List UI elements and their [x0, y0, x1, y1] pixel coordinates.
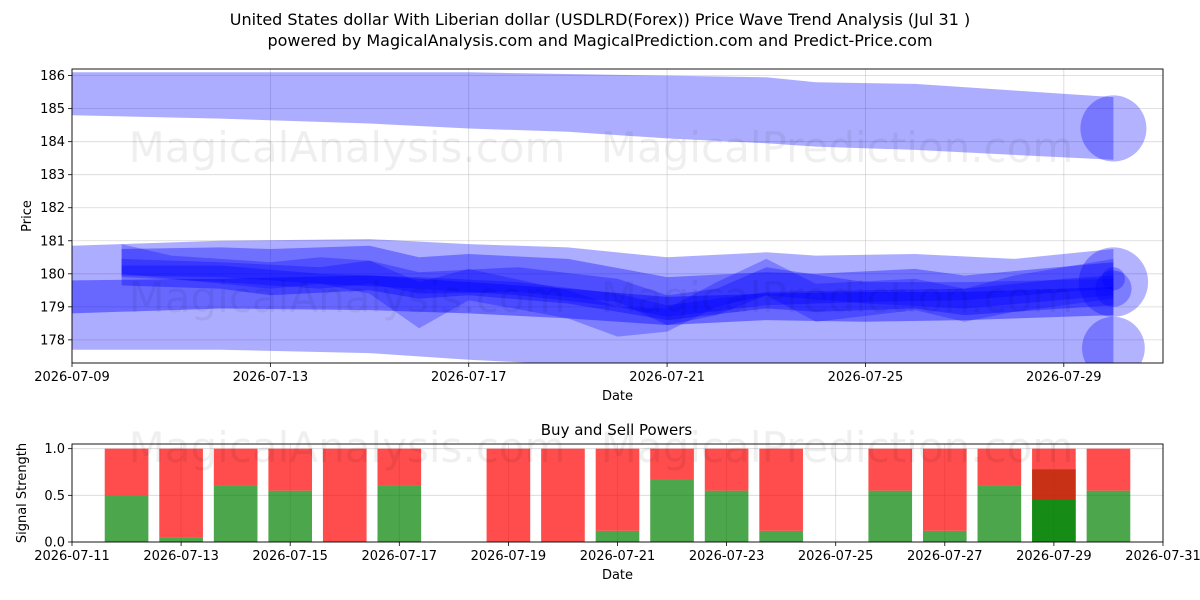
buy-bar [1086, 490, 1131, 542]
top-tick-label-x: 2026-07-13 [233, 370, 309, 385]
top-tick-label-y: 184 [40, 135, 65, 150]
top-tick-label-y: 182 [40, 201, 65, 216]
buy-bar [759, 530, 803, 542]
bottom-tick-label-x: 2026-07-19 [471, 549, 547, 564]
bottom-tick-label-x: 2026-07-27 [907, 549, 983, 564]
top-tick-label-y: 186 [40, 69, 65, 84]
buy-bar [868, 490, 913, 542]
wave-bands [72, 72, 1149, 363]
top-x-axis-label: Date [602, 389, 633, 404]
bottom-tick-label-x: 2026-07-23 [689, 549, 765, 564]
bottom-tick-label-y: 0.0 [44, 536, 65, 551]
price-wave-chart: 2026-07-09 2026-07-13 2026-07-17 2026-07-21… [20, 68, 1164, 404]
bottom-tick-label-x: 2026-07-29 [1016, 549, 1092, 564]
bottom-tick-label-x: 2026-07-15 [252, 549, 328, 564]
wave-end-bubble-1 [1080, 95, 1147, 162]
buy-bar [213, 485, 258, 542]
watermark-text: MagicalPrediction.com [601, 123, 1074, 172]
buy-bar [104, 495, 149, 542]
buy-sell-chart: 2026-07-11 2026-07-13 2026-07-15 2026-07-17… [15, 421, 1200, 583]
top-tick-label-y: 180 [40, 267, 65, 282]
top-tick-label-y: 185 [40, 102, 65, 117]
sell-bar-overlay [1032, 469, 1076, 500]
buy-bar [377, 485, 422, 542]
top-tick-label-y: 183 [40, 168, 65, 183]
bottom-tick-label-y: 1.0 [44, 442, 65, 457]
top-tick-label-x: 2026-07-21 [629, 370, 705, 385]
top-tick-label-x: 2026-07-09 [34, 370, 110, 385]
bottom-tick-label-x: 2026-07-21 [580, 549, 656, 564]
buy-bar [268, 490, 313, 542]
wave-end-bubble-5 [1101, 267, 1125, 291]
buy-bar [704, 490, 749, 542]
watermark-text: MagicalAnalysis.com [129, 123, 566, 172]
bottom-tick-label-y: 0.5 [44, 489, 65, 504]
buy-bar [977, 485, 1022, 542]
top-tick-label-y: 181 [40, 234, 65, 249]
bottom-tick-label-x: 2026-07-13 [143, 549, 219, 564]
chart-canvas: 2026-07-09 2026-07-13 2026-07-17 2026-07-21… [15, 68, 1200, 583]
top-tick-label-x: 2026-07-17 [431, 370, 507, 385]
sell-bar [1086, 448, 1131, 491]
bottom-tick-label-x: 2026-07-25 [798, 549, 874, 564]
bottom-tick-label-x: 2026-07-31 [1125, 549, 1200, 564]
top-y-axis-label: Price [20, 200, 35, 232]
top-tick-label-x: 2026-07-25 [828, 370, 904, 385]
top-tick-label-y: 178 [40, 333, 65, 348]
bottom-tick-label-x: 2026-07-11 [34, 549, 110, 564]
watermark-text: MagicalAnalysis.com [129, 423, 566, 472]
buy-bar [922, 530, 967, 542]
top-tick-label-y: 179 [40, 300, 65, 315]
top-tick-label-x: 2026-07-29 [1026, 370, 1102, 385]
buy-sell-title: Buy and Sell Powers [541, 421, 693, 439]
buy-bar [595, 530, 640, 542]
bottom-tick-label-x: 2026-07-17 [362, 549, 438, 564]
buy-bar-overlay [1032, 500, 1076, 542]
bottom-y-axis-label: Signal Strength [15, 443, 30, 543]
buy-bar [159, 537, 203, 542]
watermark-text: MagicalAnalysis.com [129, 273, 566, 322]
bottom-x-axis-label: Date [602, 568, 633, 583]
watermark-text: MagicalPrediction.com [601, 273, 1074, 322]
buy-bar [650, 479, 694, 542]
